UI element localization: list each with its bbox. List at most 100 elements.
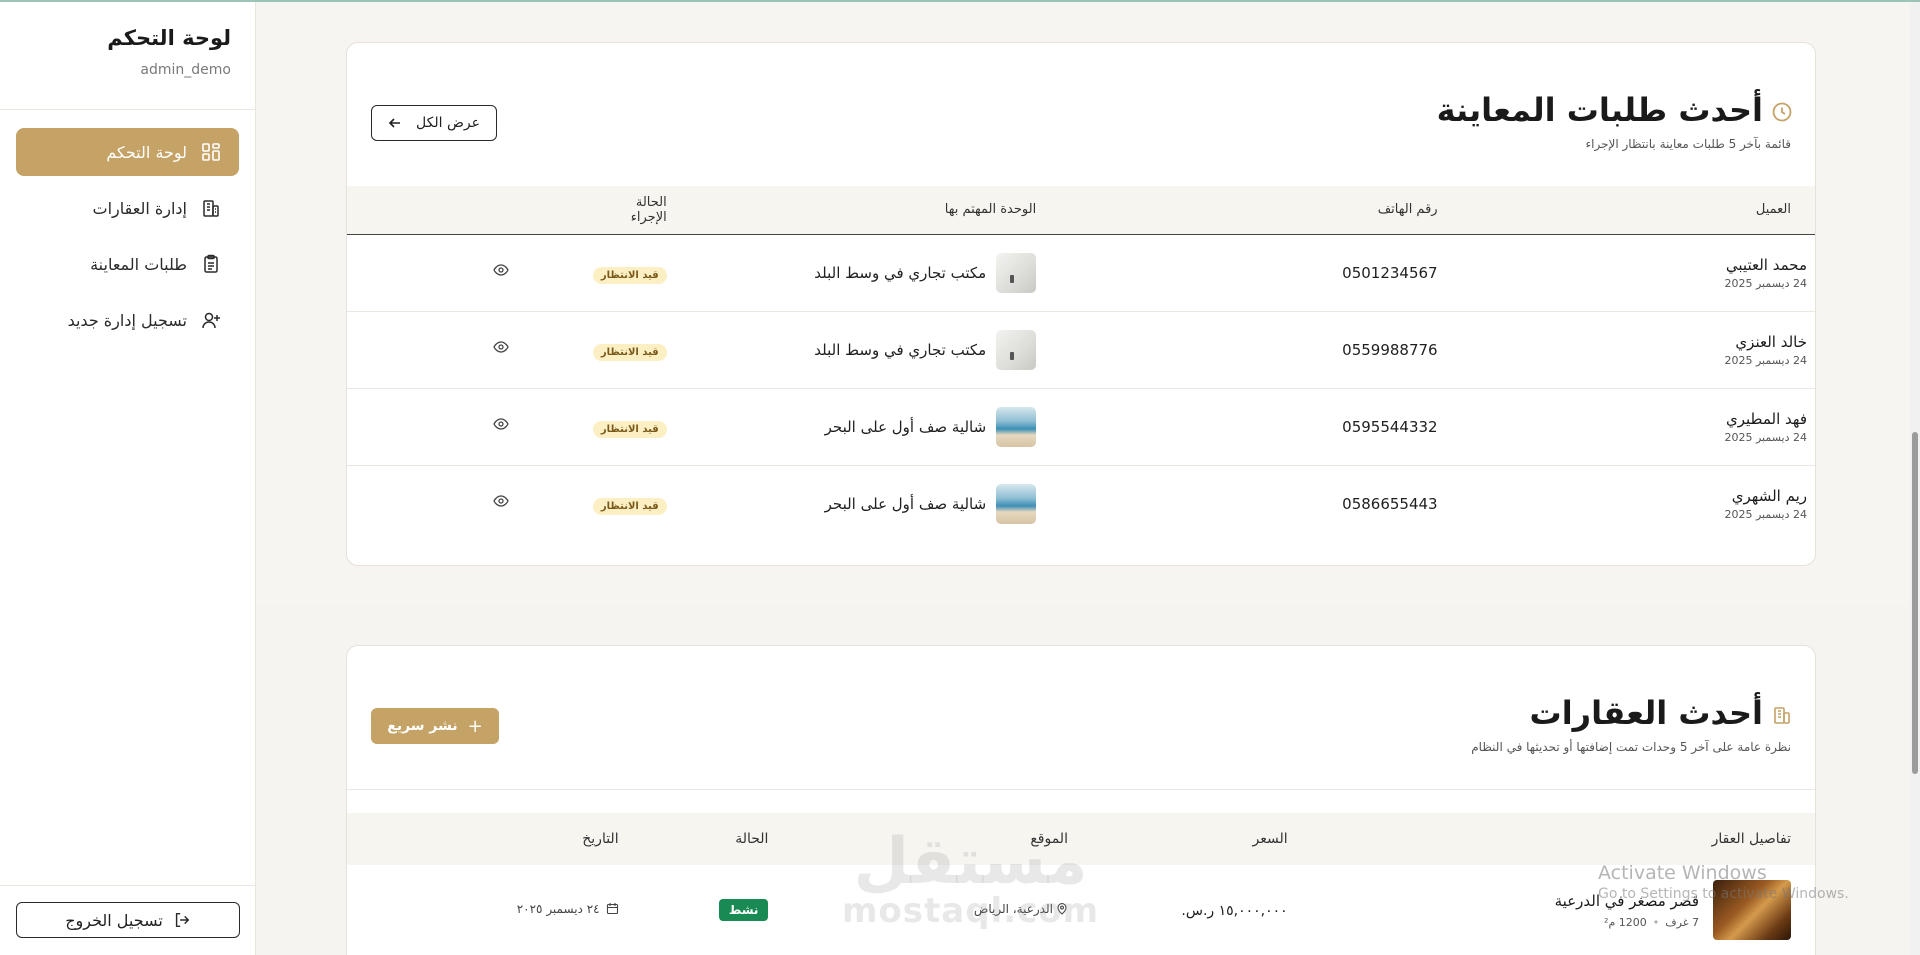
table-header-row: تفاصيل العقار السعر الموقع الحالة التاري… xyxy=(347,813,1815,865)
sidebar-header: لوحة التحكم admin_demo xyxy=(0,2,255,110)
table-row[interactable]: خالد العنزي 24 ديسمبر 2025 0559988776 مكت… xyxy=(347,311,1815,388)
status-badge: قيد الانتظار xyxy=(592,343,667,361)
unit-thumbnail xyxy=(996,483,1037,524)
sidebar-item-label: تسجيل إدارة جديد xyxy=(67,310,187,330)
inspections-card: أحدث طلبات المعاينة قائمة بآخر 5 طلبات م… xyxy=(346,42,1816,566)
column-header-phone: رقم الهاتف xyxy=(1377,202,1438,218)
scrollbar-thumb[interactable] xyxy=(1912,432,1918,774)
properties-subtitle: نظرة عامة على آخر 5 وحدات تمت إضافتها أو… xyxy=(1471,740,1791,754)
client-name: خالد العنزي xyxy=(1735,332,1807,351)
sidebar-item-register-admin[interactable]: تسجيل إدارة جديد xyxy=(16,296,239,344)
sidebar-item-properties[interactable]: إدارة العقارات xyxy=(16,184,239,232)
logout-button[interactable]: تسجيل الخروج xyxy=(16,902,240,938)
main-content: أحدث طلبات المعاينة قائمة بآخر 5 طلبات م… xyxy=(256,2,1910,955)
calendar-icon xyxy=(606,903,618,915)
view-all-label: عرض الكل xyxy=(416,115,480,131)
unit-thumbnail xyxy=(996,252,1037,293)
properties-header: أحدث العقارات نظرة عامة على آخر 5 وحدات … xyxy=(347,646,1815,789)
unit-name: مكتب تجاري في وسط البلد xyxy=(814,263,987,282)
properties-card: أحدث العقارات نظرة عامة على آخر 5 وحدات … xyxy=(346,645,1816,955)
request-date: 24 ديسمبر 2025 xyxy=(1724,276,1807,290)
unit-name: شالية صف أول على البحر xyxy=(824,417,987,436)
client-phone: 0501234567 xyxy=(1342,263,1438,282)
column-header-status-action: الحالة الإجراء xyxy=(347,186,675,234)
inspections-table: العميل رقم الهاتف الوحدة المهتم بها الحا… xyxy=(347,186,1815,542)
request-date: 24 ديسمبر 2025 xyxy=(1724,430,1807,444)
quick-publish-label: نشر سريع xyxy=(387,718,458,734)
eye-icon[interactable] xyxy=(493,262,509,278)
unit-name: مكتب تجاري في وسط البلد xyxy=(814,340,987,359)
user-plus-icon xyxy=(201,310,221,330)
sidebar-item-label: إدارة العقارات xyxy=(92,198,187,218)
client-phone: 0595544332 xyxy=(1342,417,1438,436)
property-rooms: 7 غرف xyxy=(1665,915,1699,929)
table-header-row: العميل رقم الهاتف الوحدة المهتم بها الحا… xyxy=(347,186,1815,234)
client-phone: 0586655443 xyxy=(1342,494,1438,513)
property-name: قصر مصغر في الدرعية xyxy=(1554,891,1699,910)
clipboard-icon xyxy=(201,254,221,274)
status-badge: قيد الانتظار xyxy=(592,497,667,515)
unit-thumbnail xyxy=(996,329,1037,370)
clock-icon xyxy=(1772,102,1792,122)
building-icon xyxy=(201,198,221,218)
property-thumbnail xyxy=(1713,880,1791,940)
logout-label: تسجيل الخروج xyxy=(65,910,163,930)
scrollbar[interactable] xyxy=(1910,2,1920,955)
column-header-unit: الوحدة المهتم بها xyxy=(944,202,1037,218)
properties-title: أحدث العقارات xyxy=(1529,694,1763,732)
request-date: 24 ديسمبر 2025 xyxy=(1724,507,1807,521)
location-pin-icon xyxy=(1057,903,1067,915)
inspections-subtitle: قائمة بآخر 5 طلبات معاينة بانتظار الإجرا… xyxy=(1585,137,1792,151)
table-row[interactable]: محمد العتيبي 24 ديسمبر 2025 0501234567 مك… xyxy=(347,234,1815,311)
column-header-status: الحالة xyxy=(635,194,667,210)
column-header-client: العميل xyxy=(1755,202,1791,218)
column-header-price: السعر xyxy=(1252,831,1288,847)
status-badge: قيد الانتظار xyxy=(592,420,667,438)
column-header-action: الإجراء xyxy=(630,209,667,225)
table-row[interactable]: قصر مصغر في الدرعية 7 غرف•1200 م² ١٥,٠٠٠… xyxy=(347,865,1815,955)
property-date: ٢٤ ديسمبر ٢٠٢٥ xyxy=(516,901,600,916)
client-name: محمد العتيبي xyxy=(1725,255,1807,274)
client-phone: 0559988776 xyxy=(1342,340,1438,359)
view-all-button[interactable]: عرض الكل xyxy=(371,105,497,141)
sidebar-footer: تسجيل الخروج xyxy=(0,885,256,955)
building-icon xyxy=(1774,707,1790,724)
eye-icon[interactable] xyxy=(493,416,509,432)
dashboard-icon xyxy=(201,142,221,162)
unit-thumbnail xyxy=(996,406,1037,447)
sidebar-username: admin_demo xyxy=(140,62,231,78)
column-header-status: الحالة xyxy=(735,831,769,847)
inspections-title: أحدث طلبات المعاينة xyxy=(1436,91,1763,129)
quick-publish-button[interactable]: + نشر سريع xyxy=(371,708,499,744)
eye-icon[interactable] xyxy=(493,493,509,509)
plus-icon: + xyxy=(467,715,483,737)
client-name: ريم الشهري xyxy=(1731,486,1807,505)
sidebar-item-inspections[interactable]: طلبات المعاينة xyxy=(16,240,239,288)
eye-icon[interactable] xyxy=(493,339,509,355)
column-header-location: الموقع xyxy=(1030,831,1068,847)
sidebar-nav: لوحة التحكم إدارة العقارات طلبات المعاين… xyxy=(0,110,255,344)
property-location: الدرعية، الرياض xyxy=(973,902,1053,916)
table-divider xyxy=(347,789,1815,813)
unit-name: شالية صف أول على البحر xyxy=(824,494,987,513)
property-area: 1200 م² xyxy=(1604,915,1647,929)
column-header-details: تفاصيل العقار xyxy=(1711,831,1791,847)
request-date: 24 ديسمبر 2025 xyxy=(1724,353,1807,367)
properties-table: تفاصيل العقار السعر الموقع الحالة التاري… xyxy=(347,813,1815,955)
table-row[interactable]: فهد المطيري 24 ديسمبر 2025 0595544332 شال… xyxy=(347,388,1815,465)
property-price: ١٥,٠٠٠,٠٠٠ ر.س. xyxy=(1181,903,1288,919)
logout-icon xyxy=(175,912,190,928)
client-name: فهد المطيري xyxy=(1726,409,1807,428)
column-header-date: التاريخ xyxy=(582,831,619,847)
table-row[interactable]: ريم الشهري 24 ديسمبر 2025 0586655443 شالي… xyxy=(347,465,1815,542)
arrow-left-icon xyxy=(388,118,401,128)
inspections-header: أحدث طلبات المعاينة قائمة بآخر 5 طلبات م… xyxy=(347,43,1815,186)
sidebar: لوحة التحكم admin_demo لوحة التحكم إدارة… xyxy=(0,2,256,955)
sidebar-item-dashboard[interactable]: لوحة التحكم xyxy=(16,128,239,176)
column-spacer xyxy=(1446,186,1526,234)
sidebar-item-label: طلبات المعاينة xyxy=(90,254,187,274)
sidebar-title: لوحة التحكم xyxy=(107,26,231,50)
sidebar-item-label: لوحة التحكم xyxy=(106,142,187,162)
status-badge: نشط xyxy=(718,899,769,921)
status-badge: قيد الانتظار xyxy=(592,266,667,284)
